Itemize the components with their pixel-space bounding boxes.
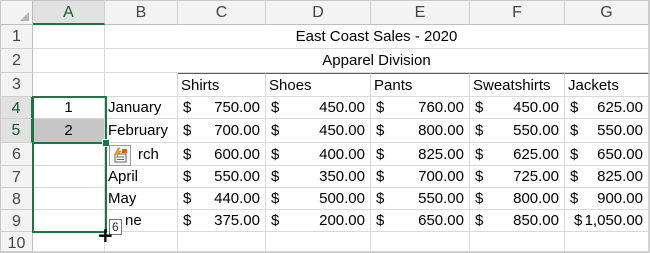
cell-a4[interactable]: 1 [33,97,105,119]
sales-cell[interactable]: $400.00 [266,143,371,166]
month-cell[interactable]: May [105,188,178,210]
row-header-4[interactable]: 4 [1,97,33,119]
category-header-shoes[interactable]: Shoes [266,73,371,97]
column-header-g[interactable]: G [565,1,649,25]
cell-a10[interactable] [33,232,105,252]
sales-cell[interactable]: $750.00 [178,97,266,119]
cell-a6[interactable] [33,143,105,166]
cell-c10[interactable] [178,232,266,252]
sales-cell[interactable]: $900.00 [565,188,649,210]
row-header-7[interactable]: 7 [1,166,33,188]
sales-cell[interactable]: $450.00 [266,119,371,143]
auto-fill-options-icon [114,147,127,163]
month-cell[interactable]: January [105,97,178,119]
row-header-3[interactable]: 3 [1,73,33,97]
sales-cell[interactable]: $760.00 [371,97,470,119]
sales-cell[interactable]: $1,050.00 [565,210,649,232]
sales-cell[interactable]: $725.00 [470,166,565,188]
cell-b3[interactable] [105,73,178,97]
row-header-6[interactable]: 6 [1,143,33,166]
column-header-a[interactable]: A [33,1,105,25]
row-header-5[interactable]: 5 [1,119,33,143]
fill-crosshair-cursor-icon: + [97,223,114,247]
category-header-shirts[interactable]: Shirts [178,73,266,97]
sales-cell[interactable]: $550.00 [565,119,649,143]
sales-cell[interactable]: $375.00 [178,210,266,232]
column-header-e[interactable]: E [371,1,470,25]
sales-cell[interactable]: $625.00 [565,97,649,119]
cell-a2[interactable] [33,49,105,73]
column-header-c[interactable]: C [178,1,266,25]
row-header-8[interactable]: 8 [1,188,33,210]
month-cell[interactable]: February [105,119,178,143]
row-header-9[interactable]: 9 [1,210,33,232]
column-header-d[interactable]: D [266,1,371,25]
report-subtitle[interactable]: Apparel Division [105,49,649,73]
category-header-jackets[interactable]: Jackets [565,73,649,97]
cell-a9[interactable] [33,210,105,232]
sales-cell[interactable]: $350.00 [266,166,371,188]
sales-cell[interactable]: $850.00 [470,210,565,232]
spreadsheet-grid[interactable]: A B C D E F G 1 2 3 4 5 6 7 8 9 10 East … [0,0,650,253]
cell-a3[interactable] [33,73,105,97]
sales-cell[interactable]: $440.00 [178,188,266,210]
sales-cell[interactable]: $800.00 [371,119,470,143]
column-header-b[interactable]: B [105,1,178,25]
cell-b10[interactable] [105,232,178,252]
row-header-1[interactable]: 1 [1,25,33,49]
sales-cell[interactable]: $200.00 [266,210,371,232]
cell-a7[interactable] [33,166,105,188]
cell-a1[interactable] [33,25,105,49]
sales-cell[interactable]: $625.00 [470,143,565,166]
category-header-pants[interactable]: Pants [371,73,470,97]
column-header-f[interactable]: F [470,1,565,25]
sales-cell[interactable]: $650.00 [565,143,649,166]
row-header-10[interactable]: 10 [1,232,33,252]
category-header-sweatshirts[interactable]: Sweatshirts [470,73,565,97]
sales-cell[interactable]: $550.00 [470,119,565,143]
cell-e10[interactable] [371,232,470,252]
sales-cell[interactable]: $550.00 [371,188,470,210]
month-cell[interactable]: April [105,166,178,188]
sales-cell[interactable]: $550.00 [178,166,266,188]
auto-fill-options-button[interactable] [109,145,131,166]
sales-cell[interactable]: $700.00 [178,119,266,143]
cell-f10[interactable] [470,232,565,252]
cell-a5[interactable]: 2 [33,119,105,143]
select-all-triangle-icon [20,12,29,21]
sales-cell[interactable]: $825.00 [565,166,649,188]
sales-cell[interactable]: $450.00 [470,97,565,119]
sales-cell[interactable]: $600.00 [178,143,266,166]
cell-g10[interactable] [565,232,649,252]
cell-a8[interactable] [33,188,105,210]
row-header-2[interactable]: 2 [1,49,33,73]
sales-cell[interactable]: $800.00 [470,188,565,210]
sales-cell[interactable]: $700.00 [371,166,470,188]
sales-cell[interactable]: $450.00 [266,97,371,119]
cell-d10[interactable] [266,232,371,252]
sales-cell[interactable]: $650.00 [371,210,470,232]
report-title[interactable]: East Coast Sales - 2020 [105,25,649,49]
sales-cell[interactable]: $825.00 [371,143,470,166]
select-all-corner[interactable] [1,1,33,25]
sales-cell[interactable]: $500.00 [266,188,371,210]
